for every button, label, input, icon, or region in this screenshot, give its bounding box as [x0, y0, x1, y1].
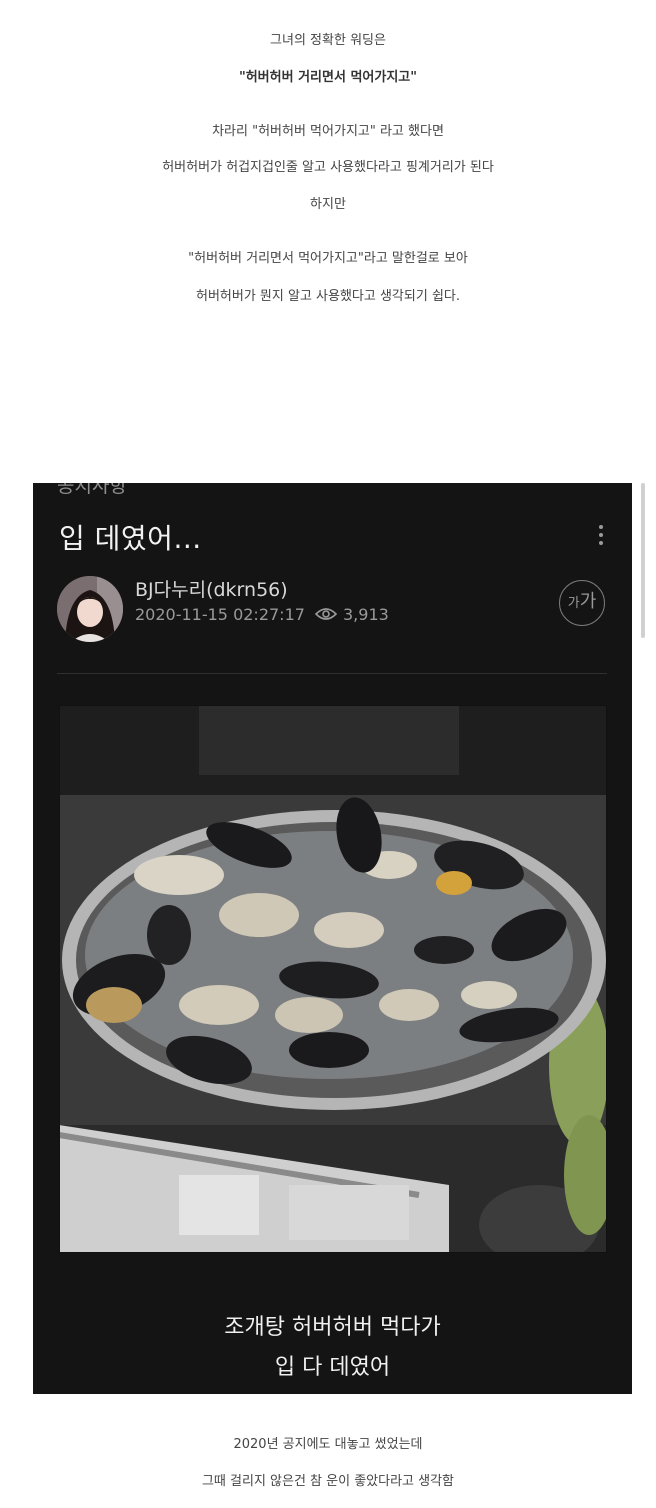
intro-line-6: "허버허버 거리면서 먹어가지고"라고 말한걸로 보아 [188, 251, 468, 266]
intro-line-7: 허버허버가 뭔지 알고 사용했다고 생각되기 쉽다. [196, 289, 460, 304]
post-datetime: 2020-11-15 02:27:17 [135, 605, 305, 624]
intro-line-1: 그녀의 정확한 워딩은 [270, 33, 386, 48]
intro-line-3: 차라리 "허버허버 먹어가지고" 라고 했다면 [212, 124, 444, 139]
more-vertical-icon[interactable] [593, 521, 609, 549]
scrollbar[interactable] [641, 483, 645, 638]
outro-line-1: 2020년 공지에도 대놓고 썼었는데 [233, 1437, 423, 1452]
font-size-button[interactable]: 가가 [559, 580, 605, 626]
caption-line-2: 입 다 데였어 [274, 1355, 391, 1380]
view-count: 3,913 [343, 605, 389, 624]
avatar[interactable] [57, 576, 123, 642]
post-photo-clam-soup [59, 705, 607, 1253]
intro-quote: "허버허버 거리면서 먹어가지고" [238, 70, 418, 85]
caption-line-1: 조개탕 허버허버 먹다가 [224, 1315, 441, 1340]
embedded-post-screenshot: 공지사항 입 데였어... BJ다누리(dkrn56) 2020-11-15 0… [33, 483, 632, 1394]
intro-line-5: 하지만 [310, 197, 346, 212]
outro-line-2: 그때 걸리지 않은건 참 운이 좋았다라고 생각함 [201, 1474, 455, 1489]
divider [57, 673, 607, 674]
post-title: 입 데였어... [59, 522, 202, 555]
intro-line-4: 허버허버가 허겁지겁인줄 알고 사용했다라고 핑계거리가 된다 [162, 160, 494, 175]
font-size-large-label: 가 [579, 591, 597, 612]
eye-icon [315, 608, 337, 620]
author-name[interactable]: BJ다누리(dkrn56) [135, 575, 288, 602]
font-size-small-label: 가 [567, 596, 580, 611]
board-label: 공지사항 [57, 483, 127, 497]
